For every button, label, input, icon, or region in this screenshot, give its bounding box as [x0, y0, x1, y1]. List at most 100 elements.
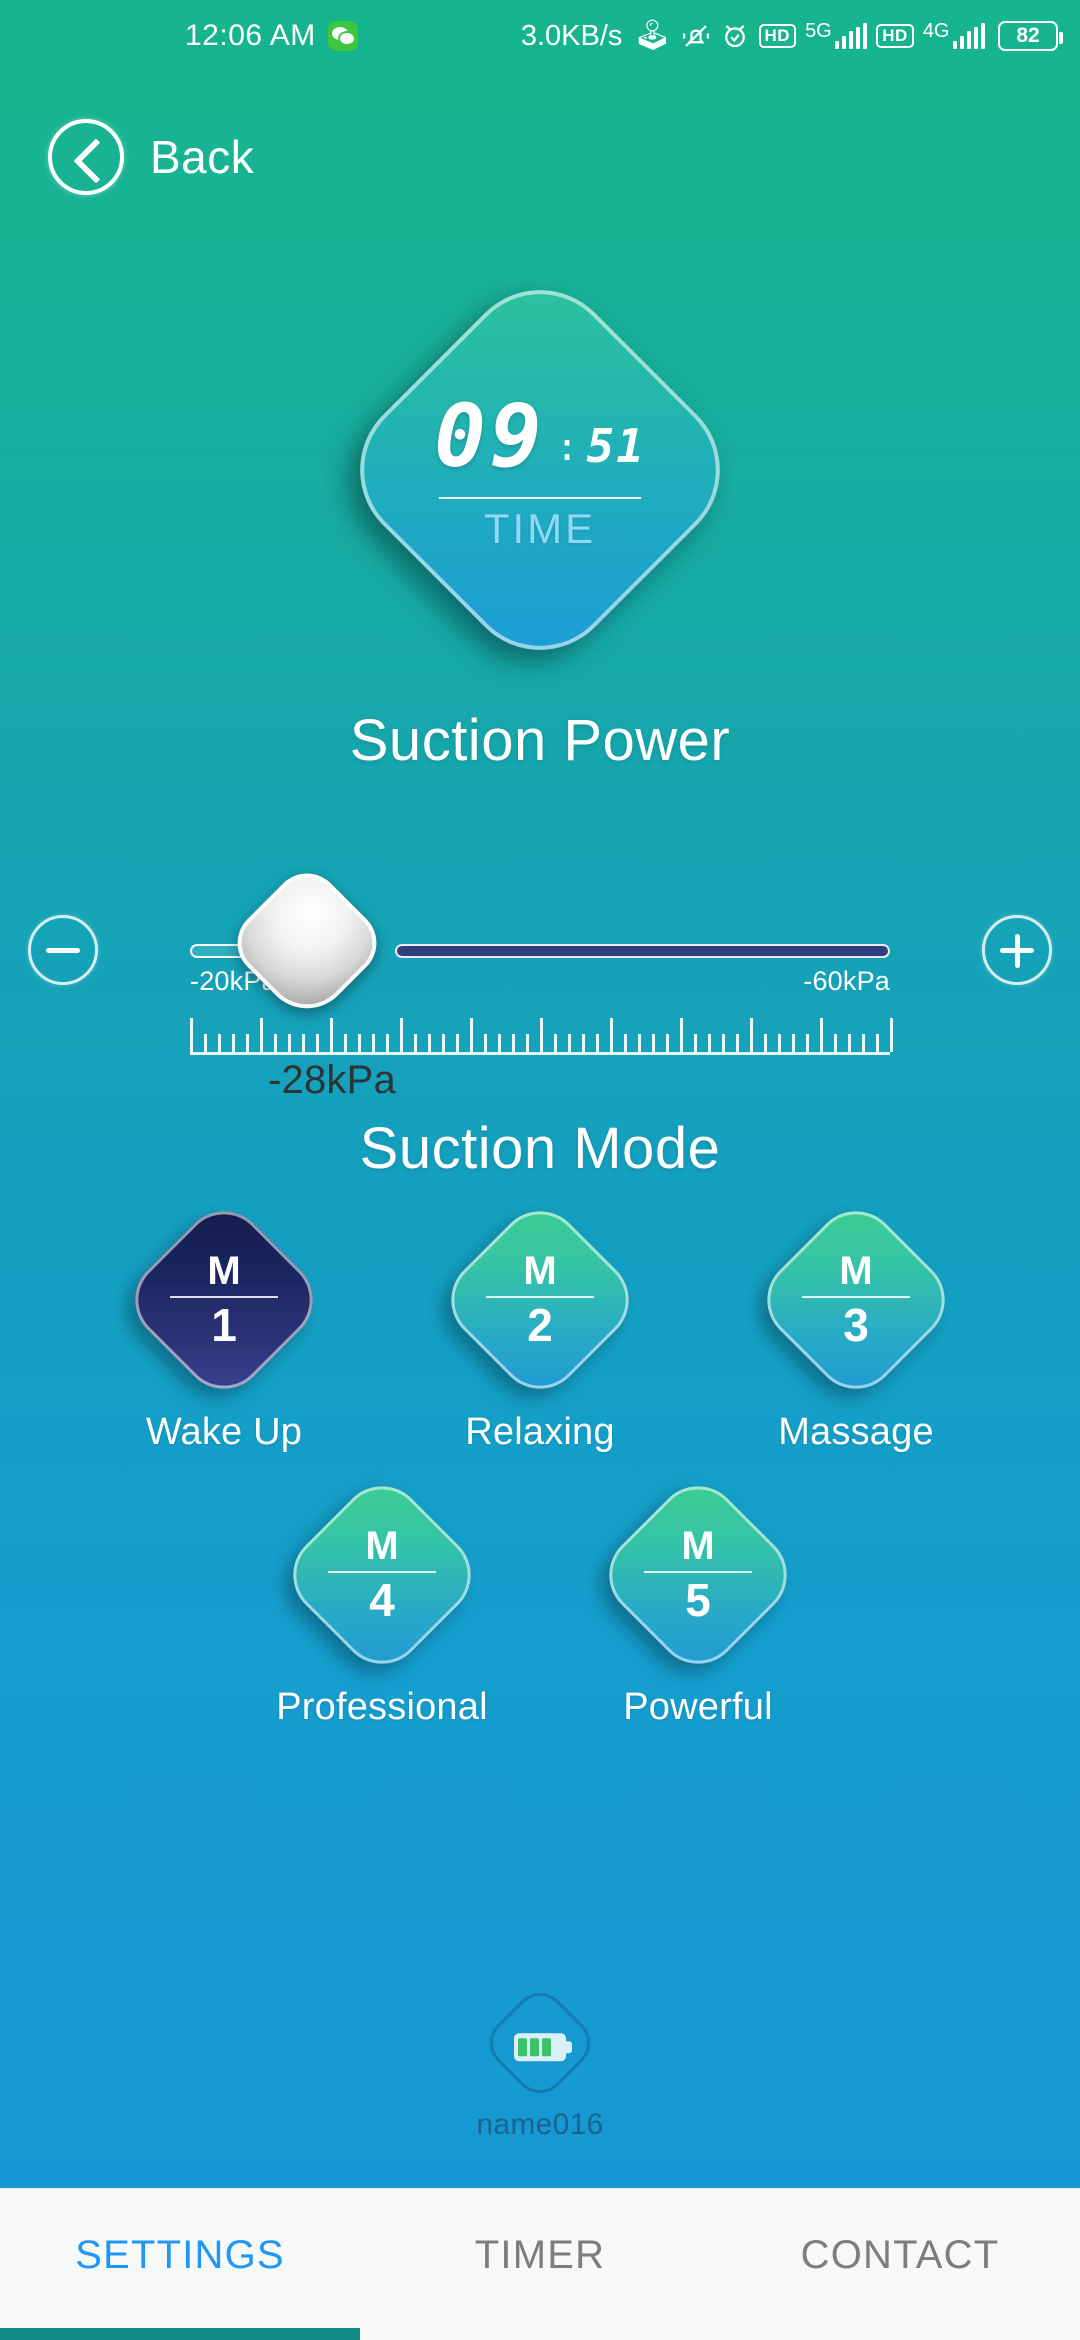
network-type-label-sim2: 4G — [922, 20, 950, 42]
status-bar-clock: 12:06 AM — [185, 19, 316, 52]
ruler-tick — [246, 1034, 249, 1052]
timer-minutes: 09 — [434, 387, 546, 487]
mode-badge-m1: M — [207, 1249, 241, 1293]
ruler-tick — [330, 1018, 333, 1052]
mode-label-m3: Massage — [778, 1411, 934, 1453]
mode-content-m1: M 1 — [149, 1225, 299, 1375]
signal-group-sim2: 4G — [922, 20, 985, 49]
ruler-tick — [694, 1034, 697, 1052]
ruler-tick — [876, 1034, 879, 1052]
mode-diamond-m2[interactable]: M 2 — [433, 1193, 647, 1407]
mode-badge-m4: M — [365, 1524, 399, 1568]
ruler-tick — [498, 1034, 501, 1052]
mode-button-m3[interactable]: M 3 Massage — [749, 1193, 963, 1454]
ruler-tick — [652, 1034, 655, 1052]
ruler-tick — [358, 1034, 361, 1052]
increase-suction-button[interactable] — [982, 915, 1052, 985]
suction-mode-title: Suction Mode — [359, 1116, 721, 1181]
mode-divider-m5 — [644, 1571, 752, 1573]
timer-separator: : — [555, 425, 579, 469]
mode-label-m1: Wake Up — [145, 1411, 303, 1453]
mode-button-m1[interactable]: M 1 Wake Up — [117, 1193, 331, 1454]
device-battery-frame — [479, 1982, 601, 2104]
ruler-tick — [456, 1034, 459, 1052]
ruler-tick — [638, 1034, 641, 1052]
navigation-bar: Back — [0, 112, 1080, 202]
ruler-tick — [862, 1034, 865, 1052]
battery-status-icon: 82 — [998, 21, 1063, 51]
signal-group-sim1: 5G — [805, 21, 868, 49]
mode-number-m1: 1 — [211, 1299, 237, 1351]
slider-track-filled[interactable] — [395, 944, 890, 958]
ruler-tick — [386, 1034, 389, 1052]
tab-contact[interactable]: CONTACT — [720, 2189, 1080, 2278]
ruler-tick — [232, 1034, 235, 1052]
ruler-tick — [526, 1034, 529, 1052]
ruler-tick — [708, 1034, 711, 1052]
mode-label-m5: Powerful — [623, 1686, 773, 1728]
mode-number-m5: 5 — [685, 1574, 711, 1626]
ruler-tick — [568, 1034, 571, 1052]
timer-diamond-shape[interactable]: 09 : 51 TIME — [327, 257, 753, 683]
tab-timer[interactable]: TIMER — [360, 2189, 720, 2278]
ruler-tick — [218, 1034, 221, 1052]
alarm-clock-icon — [720, 21, 750, 51]
suction-current-value: -28kPa — [268, 1058, 396, 1102]
wechat-icon — [327, 21, 358, 51]
mode-content-m4: M 4 — [307, 1500, 457, 1650]
mode-label-m4: Professional — [276, 1686, 488, 1728]
ruler-tick — [890, 1018, 893, 1052]
ruler-tick — [344, 1034, 347, 1052]
suction-slider[interactable]: -20kPa -60kPa -28kPa — [190, 859, 893, 1102]
device-name-label: name016 — [476, 2108, 604, 2141]
suction-power-slider-area: -20kPa -60kPa -28kPa — [0, 859, 1080, 1102]
signal-bars-sim2 — [952, 23, 985, 49]
hd-badge-sim1: HD — [758, 24, 797, 48]
mode-divider-m2 — [486, 1296, 594, 1298]
chevron-left-circle-icon[interactable] — [48, 119, 124, 195]
device-battery-inner — [497, 2004, 583, 2090]
slider-thumb[interactable] — [223, 859, 391, 1027]
ruler-tick — [778, 1034, 781, 1052]
ruler-tick — [666, 1034, 669, 1052]
mode-diamond-m5[interactable]: M 5 — [591, 1468, 805, 1682]
ruler-tick — [792, 1034, 795, 1052]
mode-badge-m3: M — [839, 1249, 873, 1293]
mode-diamond-m3[interactable]: M 3 — [749, 1193, 963, 1407]
ruler-tick — [834, 1034, 837, 1052]
bottom-tab-bar: SETTINGS TIMER CONTACT — [0, 2188, 1080, 2340]
mode-badge-m2: M — [523, 1249, 557, 1293]
ruler-tick — [624, 1034, 627, 1052]
mode-number-m4: 4 — [369, 1574, 395, 1626]
slider-max-label: -60kPa — [803, 966, 890, 996]
network-speed-text: 3.0KB/s — [520, 19, 623, 52]
timer-divider — [439, 497, 641, 499]
mode-badge-m5: M — [681, 1524, 715, 1568]
status-bar: 12:06 AM 3.0KB/s 🕹 HD 5G HD 4G 82 — [0, 0, 1080, 72]
ruler-tick — [204, 1034, 207, 1052]
slider-thumb-shape[interactable] — [223, 859, 391, 1027]
mode-diamond-m4[interactable]: M 4 — [275, 1468, 489, 1682]
ruler-tick — [428, 1034, 431, 1052]
connected-device[interactable]: name016 — [0, 1982, 1080, 2142]
battery-percent-label: 82 — [1016, 24, 1040, 47]
ruler-tick — [288, 1034, 291, 1052]
decrease-suction-button[interactable] — [28, 915, 98, 985]
vibrate-mute-icon — [681, 21, 711, 51]
mode-button-m4[interactable]: M 4 Professional — [275, 1468, 489, 1729]
suction-power-title: Suction Power — [349, 708, 731, 773]
tab-settings[interactable]: SETTINGS — [0, 2189, 360, 2278]
mode-diamond-m1[interactable]: M 1 — [117, 1193, 331, 1407]
ruler-tick — [484, 1034, 487, 1052]
ruler-tick — [680, 1018, 683, 1052]
ruler-tick — [848, 1034, 851, 1052]
ruler-tick — [736, 1034, 739, 1052]
mode-button-m5[interactable]: M 5 Powerful — [591, 1468, 805, 1729]
back-button-label[interactable]: Back — [150, 130, 254, 184]
ruler-tick — [750, 1018, 753, 1052]
slider-ruler-baseline — [190, 1052, 890, 1055]
timer-caption: TIME — [483, 505, 597, 552]
ruler-tick — [190, 1018, 193, 1052]
status-bar-left: 12:06 AM — [185, 19, 358, 53]
mode-button-m2[interactable]: M 2 Relaxing — [433, 1193, 647, 1454]
